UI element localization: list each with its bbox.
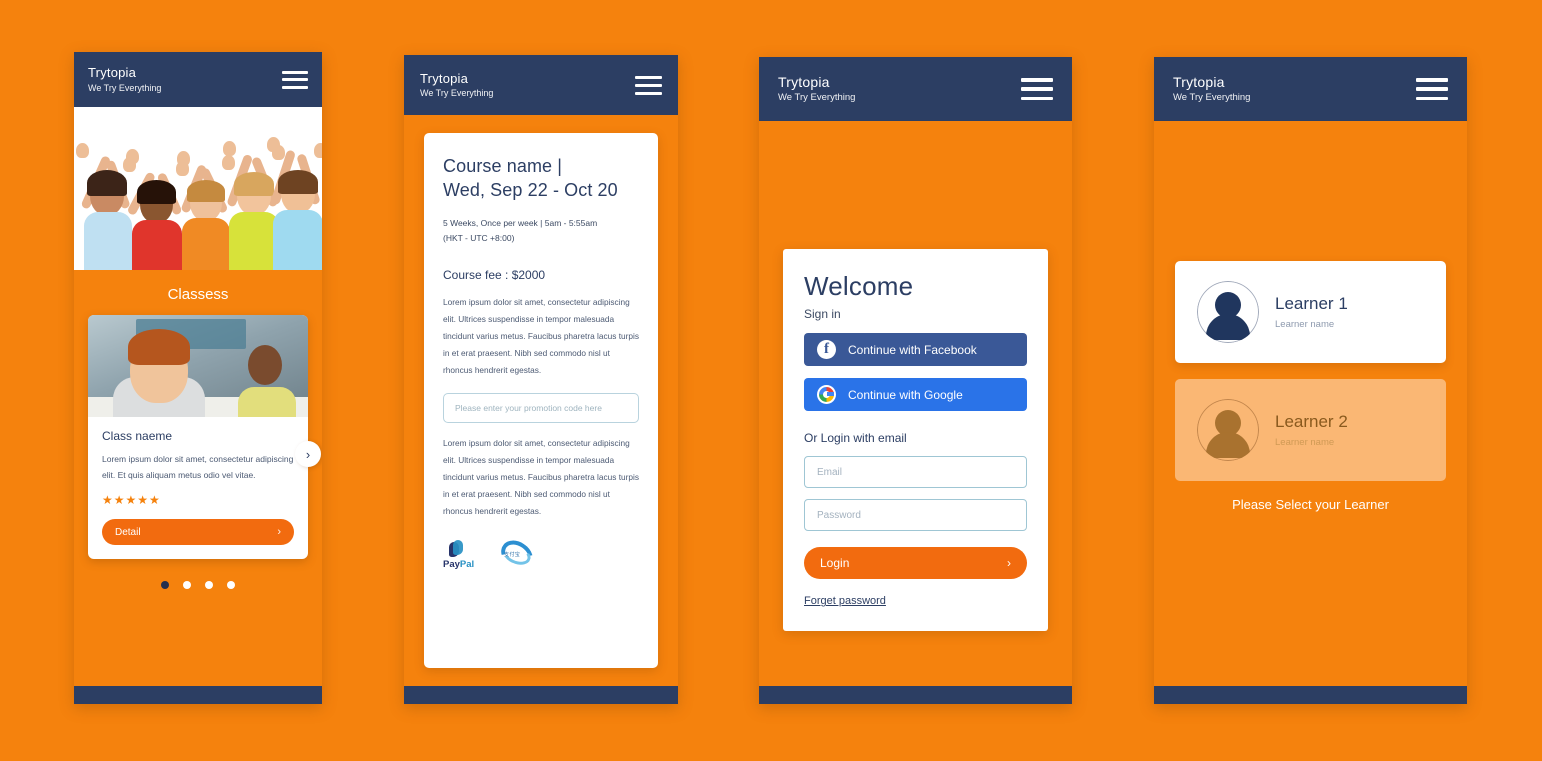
brand-name: Trytopia bbox=[88, 65, 137, 81]
learner-subtitle: Learner name bbox=[1275, 319, 1335, 331]
learner-name: Learner 1 bbox=[1275, 293, 1348, 313]
learner-card-1[interactable]: Learner 1 Learner name bbox=[1175, 261, 1446, 363]
carousel-dots bbox=[74, 581, 322, 590]
carousel-dot-4[interactable] bbox=[227, 581, 235, 590]
paypal-logo[interactable]: PayPal bbox=[443, 539, 475, 570]
welcome-heading: Welcome bbox=[804, 271, 914, 301]
hamburger-icon[interactable] bbox=[1416, 78, 1448, 100]
phone-screen-login: Trytopia We Try Everything Welcome Sign … bbox=[759, 57, 1072, 704]
email-input[interactable] bbox=[804, 456, 1027, 489]
forget-password-link[interactable]: Forget password bbox=[804, 595, 886, 607]
course-title-line1: Course name | bbox=[443, 156, 563, 176]
brand-block: Trytopia We Try Everything bbox=[88, 65, 161, 94]
learner-card-2[interactable]: Learner 2 Learner name bbox=[1175, 379, 1446, 481]
signin-subtitle: Sign in bbox=[804, 307, 841, 322]
bottom-bar bbox=[404, 686, 678, 704]
course-timezone: (HKT - UTC +8:00) bbox=[443, 233, 515, 244]
screen3-body: Welcome Sign in f Continue with Facebook… bbox=[759, 121, 1072, 686]
chevron-right-icon: › bbox=[1007, 556, 1011, 571]
screen2-body: Course name | Wed, Sep 22 - Oct 20 5 Wee… bbox=[404, 115, 678, 686]
course-title-line2: Wed, Sep 22 - Oct 20 bbox=[443, 179, 618, 200]
course-fee: Course fee : $2000 bbox=[443, 267, 546, 282]
class-photo bbox=[88, 315, 308, 417]
carousel-next-button[interactable]: › bbox=[295, 441, 321, 467]
hamburger-icon[interactable] bbox=[282, 70, 308, 89]
paypal-text-b: Pal bbox=[459, 558, 475, 570]
learner-name: Learner 2 bbox=[1275, 411, 1348, 431]
course-schedule: 5 Weeks, Once per week | 5am - 5:55am bbox=[443, 217, 598, 228]
star-rating: ★★★★★ bbox=[102, 493, 161, 508]
carousel-dot-1[interactable] bbox=[161, 581, 169, 590]
promo-code-input[interactable] bbox=[443, 392, 639, 423]
app-header: Trytopia We Try Everything bbox=[759, 57, 1072, 121]
phone-screen-classes: Trytopia We Try Everything Classess Clas… bbox=[74, 52, 322, 704]
facebook-button-label: Continue with Facebook bbox=[848, 342, 977, 357]
hamburger-icon[interactable] bbox=[1021, 78, 1053, 100]
login-button-label: Login bbox=[820, 556, 850, 571]
continue-with-facebook-button[interactable]: f Continue with Facebook bbox=[804, 333, 1027, 367]
section-title-classes: Classess bbox=[167, 286, 229, 303]
course-title: Course name | Wed, Sep 22 - Oct 20 bbox=[443, 155, 639, 203]
class-description: Lorem ipsum dolor sit amet, consectetur … bbox=[102, 454, 294, 480]
class-card[interactable]: Class naeme Lorem ipsum dolor sit amet, … bbox=[88, 315, 321, 560]
phone-screen-course: Trytopia We Try Everything Course name |… bbox=[404, 55, 678, 704]
brand-name: Trytopia bbox=[1173, 73, 1225, 90]
learner-subtitle: Learner name bbox=[1275, 437, 1335, 449]
course-meta: 5 Weeks, Once per week | 5am - 5:55am (H… bbox=[443, 216, 639, 247]
screen4-body: Learner 1 Learner name Learner 2 Learner… bbox=[1154, 121, 1467, 686]
course-description-top: Lorem ipsum dolor sit amet, consectetur … bbox=[443, 296, 639, 375]
login-card: Welcome Sign in f Continue with Facebook… bbox=[783, 249, 1048, 632]
or-login-label: Or Login with email bbox=[804, 431, 907, 446]
avatar bbox=[1197, 399, 1259, 461]
detail-button-label: Detail bbox=[115, 526, 141, 538]
brand-tagline: We Try Everything bbox=[88, 82, 162, 93]
mockup-canvas: Trytopia We Try Everything Classess Clas… bbox=[0, 0, 1542, 761]
google-icon bbox=[817, 385, 836, 405]
hero-image-children bbox=[74, 107, 322, 270]
bottom-bar bbox=[74, 686, 322, 704]
bottom-bar bbox=[759, 686, 1072, 704]
paypal-text-a: Pay bbox=[443, 558, 460, 570]
course-detail-card: Course name | Wed, Sep 22 - Oct 20 5 Wee… bbox=[424, 133, 658, 668]
alipay-logo[interactable]: 支付宝 bbox=[495, 534, 539, 576]
course-description-bottom: Lorem ipsum dolor sit amet, consectetur … bbox=[443, 437, 639, 516]
login-button[interactable]: Login › bbox=[804, 547, 1027, 580]
carousel-dot-2[interactable] bbox=[183, 581, 191, 590]
app-header: Trytopia We Try Everything bbox=[74, 52, 322, 107]
brand-block: Trytopia We Try Everything bbox=[420, 71, 493, 100]
brand-name: Trytopia bbox=[778, 73, 830, 90]
payment-methods: PayPal 支付宝 bbox=[443, 534, 639, 576]
class-name: Class naeme bbox=[102, 429, 173, 443]
password-input[interactable] bbox=[804, 499, 1027, 532]
app-header: Trytopia We Try Everything bbox=[1154, 57, 1467, 121]
alipay-text: 支付宝 bbox=[504, 551, 521, 558]
continue-with-google-button[interactable]: Continue with Google bbox=[804, 378, 1027, 412]
carousel-dot-3[interactable] bbox=[205, 581, 213, 590]
brand-tagline: We Try Everything bbox=[420, 88, 494, 99]
brand-tagline: We Try Everything bbox=[778, 92, 856, 104]
select-learner-note: Please Select your Learner bbox=[1232, 497, 1389, 512]
brand-name: Trytopia bbox=[420, 70, 469, 86]
app-header: Trytopia We Try Everything bbox=[404, 55, 678, 115]
screen1-body: Classess Class naeme Lorem ipsum dolor s… bbox=[74, 107, 322, 686]
class-info: Class naeme Lorem ipsum dolor sit amet, … bbox=[88, 417, 308, 559]
bottom-bar bbox=[1154, 686, 1467, 704]
paypal-icon bbox=[449, 539, 464, 557]
phone-screen-learner-select: Trytopia We Try Everything Learner 1 Lea… bbox=[1154, 57, 1467, 704]
google-button-label: Continue with Google bbox=[848, 387, 963, 402]
brand-tagline: We Try Everything bbox=[1173, 92, 1251, 104]
detail-button[interactable]: Detail › bbox=[102, 519, 294, 546]
chevron-right-icon: › bbox=[277, 526, 281, 539]
brand-block: Trytopia We Try Everything bbox=[778, 74, 855, 105]
avatar bbox=[1197, 281, 1259, 343]
brand-block: Trytopia We Try Everything bbox=[1173, 74, 1250, 105]
facebook-icon: f bbox=[817, 340, 836, 360]
hamburger-icon[interactable] bbox=[635, 75, 662, 95]
